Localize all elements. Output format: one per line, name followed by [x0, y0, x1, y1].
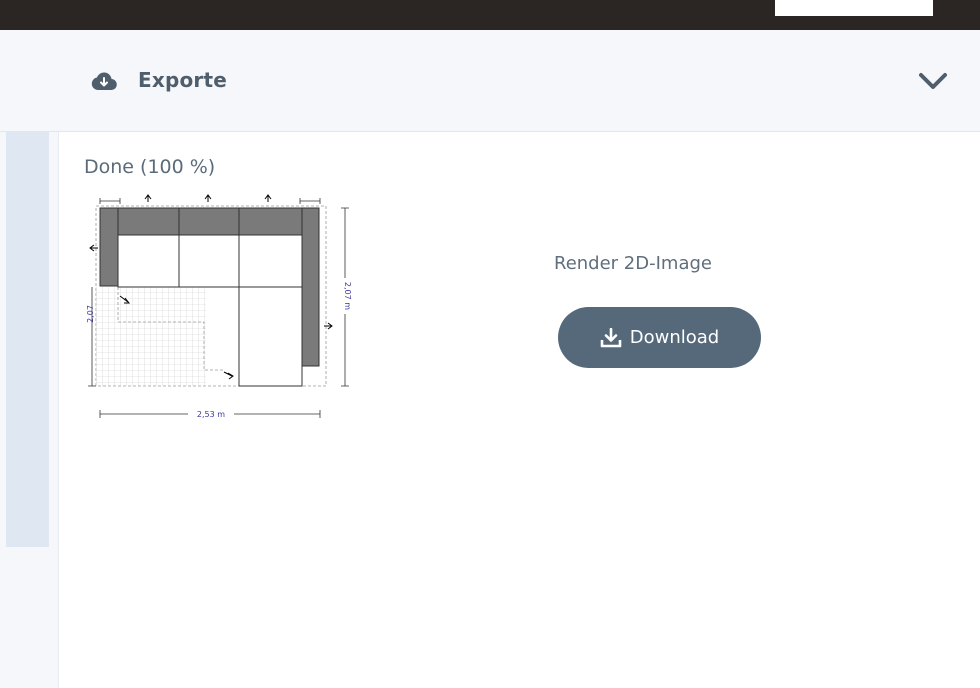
top-bar-input[interactable] — [775, 0, 933, 16]
export-panel-header[interactable]: Exporte — [0, 30, 980, 132]
render-2d-title: Render 2D-Image — [554, 253, 712, 274]
right-height-label: 2,07 m — [343, 282, 352, 310]
download-button[interactable]: Download — [558, 307, 761, 368]
left-rail — [6, 132, 49, 547]
width-label: 2,53 m — [197, 410, 225, 419]
panel-title: Exporte — [138, 68, 228, 92]
chevron-down-icon[interactable] — [918, 71, 948, 91]
top-bar — [0, 0, 980, 30]
cloud-download-icon — [91, 72, 117, 91]
floorplan-preview: 2,07 2,07 m 2,53 m — [86, 194, 352, 420]
export-status: Done (100 %) — [84, 156, 216, 178]
left-height-label: 2,07 — [86, 305, 95, 323]
download-label: Download — [629, 327, 720, 348]
content-divider — [58, 132, 59, 688]
download-icon — [600, 327, 622, 347]
